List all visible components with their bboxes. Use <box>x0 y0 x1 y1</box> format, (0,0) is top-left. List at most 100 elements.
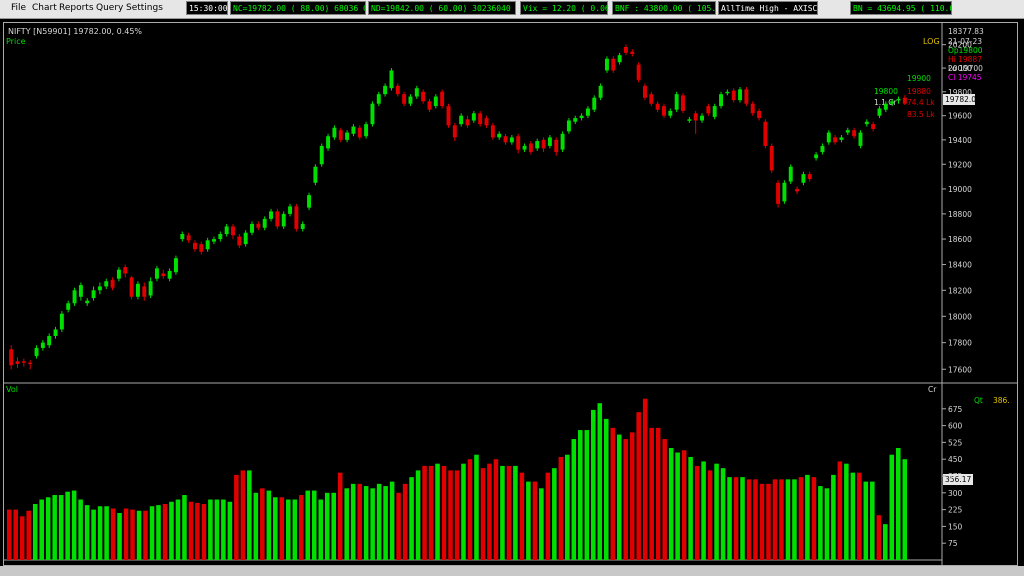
volume-bar <box>532 481 538 560</box>
candle-body <box>129 277 134 297</box>
volume-bar <box>324 492 330 560</box>
volume-bar <box>863 481 869 560</box>
volume-bar <box>195 502 200 560</box>
candle-body <box>161 273 166 277</box>
volume-tick-label: 225 <box>948 506 963 515</box>
volume-bar <box>798 477 804 560</box>
volume-bar <box>603 418 609 560</box>
candle-body <box>693 113 698 121</box>
volume-bar <box>584 430 590 560</box>
candle-body <box>503 136 508 143</box>
volume-bar <box>649 427 654 560</box>
candle-body <box>896 98 901 101</box>
volume-bar <box>201 504 207 560</box>
volume-bar <box>331 492 336 560</box>
volume-bar <box>727 477 732 560</box>
candle-body <box>636 64 641 80</box>
candle-body <box>820 145 825 153</box>
volume-bar <box>519 472 525 560</box>
volume-bar <box>97 506 103 560</box>
price-tick-label: 18800 <box>948 210 972 219</box>
volume-bar <box>792 479 797 560</box>
candle-body <box>630 51 635 55</box>
candle-body <box>668 110 673 116</box>
price-tick-label: 19200 <box>948 160 972 169</box>
candle-body <box>566 120 571 132</box>
volume-tick-label: 300 <box>948 489 963 498</box>
volume-bar <box>253 492 259 560</box>
volume-bar <box>629 432 635 560</box>
price-tick-label: 19400 <box>948 136 972 145</box>
candle-body <box>421 91 426 102</box>
volume-bar <box>357 483 362 560</box>
volume-bar <box>363 486 369 560</box>
candle-body <box>560 133 565 150</box>
annotation-19900: 19900 <box>907 74 931 83</box>
candle-body <box>433 96 438 107</box>
volume-unit: Cr <box>928 385 937 394</box>
volume-bar <box>91 509 96 560</box>
volume-bar <box>286 499 291 560</box>
volume-bar <box>104 506 109 560</box>
volume-bar <box>266 490 272 560</box>
candle-body <box>490 125 495 138</box>
volume-bar <box>597 403 603 560</box>
volume-tick-label: 600 <box>948 422 963 431</box>
volume-tick-label: 150 <box>948 522 963 531</box>
candle-body <box>706 106 711 114</box>
volume-bar <box>162 504 168 560</box>
volume-bar <box>311 490 317 560</box>
candle-body <box>440 91 445 107</box>
candle-body <box>471 113 476 121</box>
volume-bar <box>636 412 641 560</box>
candle-body <box>750 103 755 114</box>
candle-body <box>104 281 109 287</box>
volume-bar <box>383 486 388 560</box>
candle-body <box>585 108 590 116</box>
candle-body <box>9 349 14 366</box>
candle-body <box>66 303 71 310</box>
volume-bar <box>435 463 440 560</box>
candle-body <box>497 133 502 138</box>
volume-bar <box>591 409 596 560</box>
volume-bar <box>45 497 51 560</box>
candle-body <box>782 182 787 202</box>
candle-body <box>307 195 312 208</box>
info-close: 18377.83 <box>948 27 984 36</box>
volume-bar <box>870 481 875 560</box>
candle-body <box>262 218 267 228</box>
candle-body <box>833 137 838 143</box>
candle-body <box>579 115 584 119</box>
candle-body <box>142 286 147 297</box>
candle-body <box>731 90 736 101</box>
candle-body <box>674 94 679 110</box>
price-axis: 17600 17800 18000 18200 18400 18600 18800 19000… <box>942 41 972 374</box>
volume-bar <box>175 499 181 560</box>
volume-tick-label: 375 <box>948 472 963 481</box>
candle-body <box>53 329 58 337</box>
volume-bar <box>26 510 31 560</box>
volume-bar <box>117 512 122 560</box>
candle-body <box>173 258 178 273</box>
volume-bar <box>428 465 434 560</box>
candle-body <box>281 213 286 227</box>
volume-bar <box>642 398 648 560</box>
candle-body <box>364 124 369 137</box>
volume-bar <box>876 515 882 560</box>
volume-bar <box>740 477 745 560</box>
candle-body <box>21 361 26 363</box>
volume-bar <box>58 495 64 560</box>
volume-bar <box>811 477 817 560</box>
candle-body <box>28 362 33 365</box>
volume-bar <box>467 459 473 560</box>
volume-tick-label: 525 <box>948 438 963 447</box>
price-tick-label: 17800 <box>948 339 972 348</box>
volume-bar <box>305 490 311 560</box>
candle-body <box>97 286 102 291</box>
candle-body <box>826 132 831 143</box>
candle-body <box>218 234 223 240</box>
candle-body <box>864 121 869 125</box>
volume-bar <box>143 510 148 560</box>
candle-body <box>395 85 400 95</box>
candle-body <box>547 137 552 146</box>
